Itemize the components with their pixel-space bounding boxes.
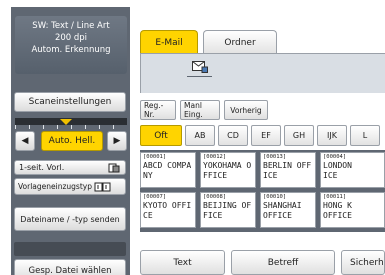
destination-number: [00010] [263, 194, 287, 200]
registration-number-button[interactable]: Reg.-Nr. [140, 100, 176, 120]
original-feed-type-button[interactable]: Vorlageneinzugstyp [14, 178, 126, 195]
destination-item[interactable]: [00007] KYOTO OFFI CE [140, 192, 196, 228]
tab-folder[interactable]: Ordner [203, 30, 277, 54]
destination-item[interactable]: [00004] LONDON ICE [320, 152, 385, 188]
status-line: Autom. Erkennung [31, 45, 111, 55]
status-line: 200 dpi [54, 33, 88, 43]
destination-item[interactable]: [00013] BERLIN OFF ICE [260, 152, 316, 188]
search-toolbar: Reg.-Nr. Manl Eing. Vorherig [140, 100, 268, 120]
destination-number: [00004] [323, 154, 347, 160]
destination-number: [00013] [263, 154, 287, 160]
auto-density-button[interactable]: Auto. Hell. [41, 131, 103, 151]
destination-item[interactable]: [00010] SHANGHAI OFFICE [260, 192, 316, 228]
manual-entry-button[interactable]: Manl Eing. [180, 100, 220, 120]
index-tab-l[interactable]: L [350, 125, 380, 146]
index-tab-ef[interactable]: EF [251, 125, 281, 146]
scan-status-box: SW: Text / Line Art 200 dpi Autom. Erken… [15, 16, 127, 74]
scanner-screen: SW: Text / Line Art 200 dpi Autom. Erken… [0, 0, 385, 275]
index-tab-ab[interactable]: AB [185, 125, 215, 146]
density-right-arrow-button[interactable]: ▶ [107, 131, 127, 151]
destination-list: [00001] ABCD COMPA NY [00012] YOKOHAMA O… [140, 150, 385, 232]
density-left-arrow-button[interactable]: ◀ [15, 131, 35, 151]
index-tab-gh[interactable]: GH [284, 125, 314, 146]
divider [14, 242, 126, 256]
previous-button[interactable]: Vorherig [224, 100, 268, 120]
original-page-icon [108, 163, 120, 172]
destination-field[interactable] [140, 53, 385, 93]
original-feed-label: Vorlageneinzugstyp [18, 182, 92, 191]
left-panel: SW: Text / Line Art 200 dpi Autom. Erken… [11, 7, 130, 275]
destination-item[interactable]: [00011] HONG K OFFICE [320, 192, 385, 228]
index-tabs: Oft AB CD EF GH IJK L [140, 125, 380, 146]
destination-underline [187, 76, 212, 77]
destination-name: YOKOHAMA O FFICE [203, 161, 252, 180]
subject-button[interactable]: Betreff [231, 250, 335, 275]
destination-number: [00012] [203, 154, 227, 160]
scan-settings-button[interactable]: Scaneinstellungen [14, 92, 126, 112]
send-filename-type-button[interactable]: Dateiname / -typ senden [14, 207, 126, 231]
index-tab-frequent[interactable]: Oft [140, 125, 182, 146]
destination-name: ABCD COMPA NY [143, 161, 192, 180]
onesided-original-button[interactable]: 1-seit. Vorl. [14, 160, 126, 175]
text-button[interactable]: Text [140, 250, 225, 275]
destination-number: [00008] [203, 194, 227, 200]
security-button[interactable]: Sicherh [341, 250, 385, 275]
destination-name: HONG K OFFICE [323, 201, 352, 220]
index-tab-cd[interactable]: CD [218, 125, 248, 146]
onesided-label: 1-seit. Vorl. [19, 163, 65, 172]
destination-name: KYOTO OFFI CE [143, 201, 192, 220]
destination-name: SHANGHAI OFFICE [263, 201, 302, 220]
destination-number: [00007] [143, 194, 167, 200]
destination-number: [00011] [323, 194, 347, 200]
email-address-icon [192, 61, 208, 73]
destination-item[interactable]: [00001] ABCD COMPA NY [140, 152, 196, 188]
tab-email[interactable]: E-Mail [140, 30, 198, 54]
index-tab-ijk[interactable]: IJK [317, 125, 347, 146]
select-stored-file-button[interactable]: Gesp. Datei wählen [14, 259, 126, 275]
destination-name: LONDON ICE [323, 161, 352, 180]
destination-number: [00001] [143, 154, 167, 160]
bottom-toolbar: Text Betreff Sicherh [140, 250, 385, 275]
destination-name: BERLIN OFF ICE [263, 161, 312, 180]
destination-name: BEIJING OF FICE [203, 201, 252, 220]
feed-type-icon [94, 182, 111, 191]
destination-item[interactable]: [00008] BEIJING OF FICE [200, 192, 256, 228]
density-scale [15, 125, 127, 129]
status-line: SW: Text / Line Art [32, 21, 110, 31]
density-marker-icon [60, 119, 72, 125]
destination-item[interactable]: [00012] YOKOHAMA O FFICE [200, 152, 256, 188]
